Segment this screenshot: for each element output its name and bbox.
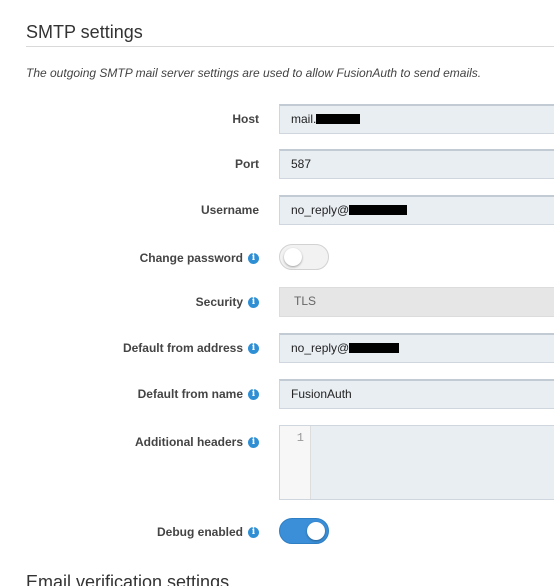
section-divider <box>26 46 554 47</box>
security-value: TLS <box>294 294 317 308</box>
security-label: Security i <box>196 295 259 309</box>
redaction-bar <box>349 205 408 215</box>
host-label: Host <box>232 112 259 126</box>
host-input[interactable]: mail. <box>279 104 554 134</box>
toggle-knob <box>307 522 325 540</box>
port-input[interactable]: 587 <box>279 149 554 179</box>
default-from-name-value: FusionAuth <box>291 387 352 401</box>
info-icon[interactable]: i <box>248 388 259 400</box>
host-label-text: Host <box>232 112 259 126</box>
security-row: Security i TLS <box>0 287 554 317</box>
port-label: Port <box>235 157 259 171</box>
line-number-gutter: 1 <box>280 426 311 499</box>
debug-enabled-row: Debug enabled i <box>0 517 554 547</box>
username-label: Username <box>201 203 259 217</box>
default-from-address-label-text: Default from address <box>122 341 243 355</box>
info-icon[interactable]: i <box>248 342 259 354</box>
host-value: mail. <box>291 112 317 126</box>
change-password-label: Change password i <box>140 251 259 265</box>
additional-headers-editor[interactable]: 1 <box>279 425 554 500</box>
username-input[interactable]: no_reply@ <box>279 195 554 225</box>
section-title: SMTP settings <box>26 22 143 42</box>
default-from-address-value: no_reply@ <box>291 341 350 355</box>
info-icon[interactable]: i <box>248 526 259 538</box>
host-row: Host mail. <box>0 104 554 134</box>
change-password-row: Change password i <box>0 243 554 273</box>
smtp-settings-page: SMTP settings The outgoing SMTP mail ser… <box>0 0 554 586</box>
additional-headers-row: Additional headers i 1 <box>0 425 554 500</box>
username-row: Username no_reply@ <box>0 195 554 225</box>
debug-enabled-label-text: Debug enabled <box>156 525 243 539</box>
security-label-text: Security <box>195 295 243 309</box>
additional-headers-label: Additional headers i <box>135 435 259 449</box>
default-from-name-row: Default from name i FusionAuth <box>0 379 554 409</box>
section-description: The outgoing SMTP mail server settings a… <box>26 66 482 80</box>
info-icon[interactable]: i <box>248 436 259 448</box>
info-icon[interactable]: i <box>248 296 259 308</box>
username-label-text: Username <box>200 203 259 217</box>
default-from-name-label-text: Default from name <box>137 387 243 401</box>
default-from-address-input[interactable]: no_reply@ <box>279 333 554 363</box>
default-from-name-input[interactable]: FusionAuth <box>279 379 554 409</box>
change-password-toggle[interactable] <box>279 244 329 270</box>
next-section-title: Email verification settings <box>26 572 230 586</box>
security-select[interactable]: TLS <box>279 287 554 317</box>
default-from-address-row: Default from address i no_reply@ <box>0 333 554 363</box>
default-from-address-label: Default from address i <box>123 341 259 355</box>
redaction-bar <box>316 114 361 124</box>
redaction-bar <box>349 343 400 353</box>
port-label-text: Port <box>235 157 259 171</box>
debug-enabled-label: Debug enabled i <box>157 525 259 539</box>
username-value: no_reply@ <box>291 203 350 217</box>
port-row: Port 587 <box>0 149 554 179</box>
change-password-label-text: Change password <box>139 251 243 265</box>
additional-headers-label-text: Additional headers <box>134 435 243 449</box>
toggle-knob <box>284 248 302 266</box>
default-from-name-label: Default from name i <box>138 387 259 401</box>
line-number: 1 <box>296 431 304 445</box>
info-icon[interactable]: i <box>248 252 259 264</box>
debug-enabled-toggle[interactable] <box>279 518 329 544</box>
port-value: 587 <box>291 157 312 171</box>
